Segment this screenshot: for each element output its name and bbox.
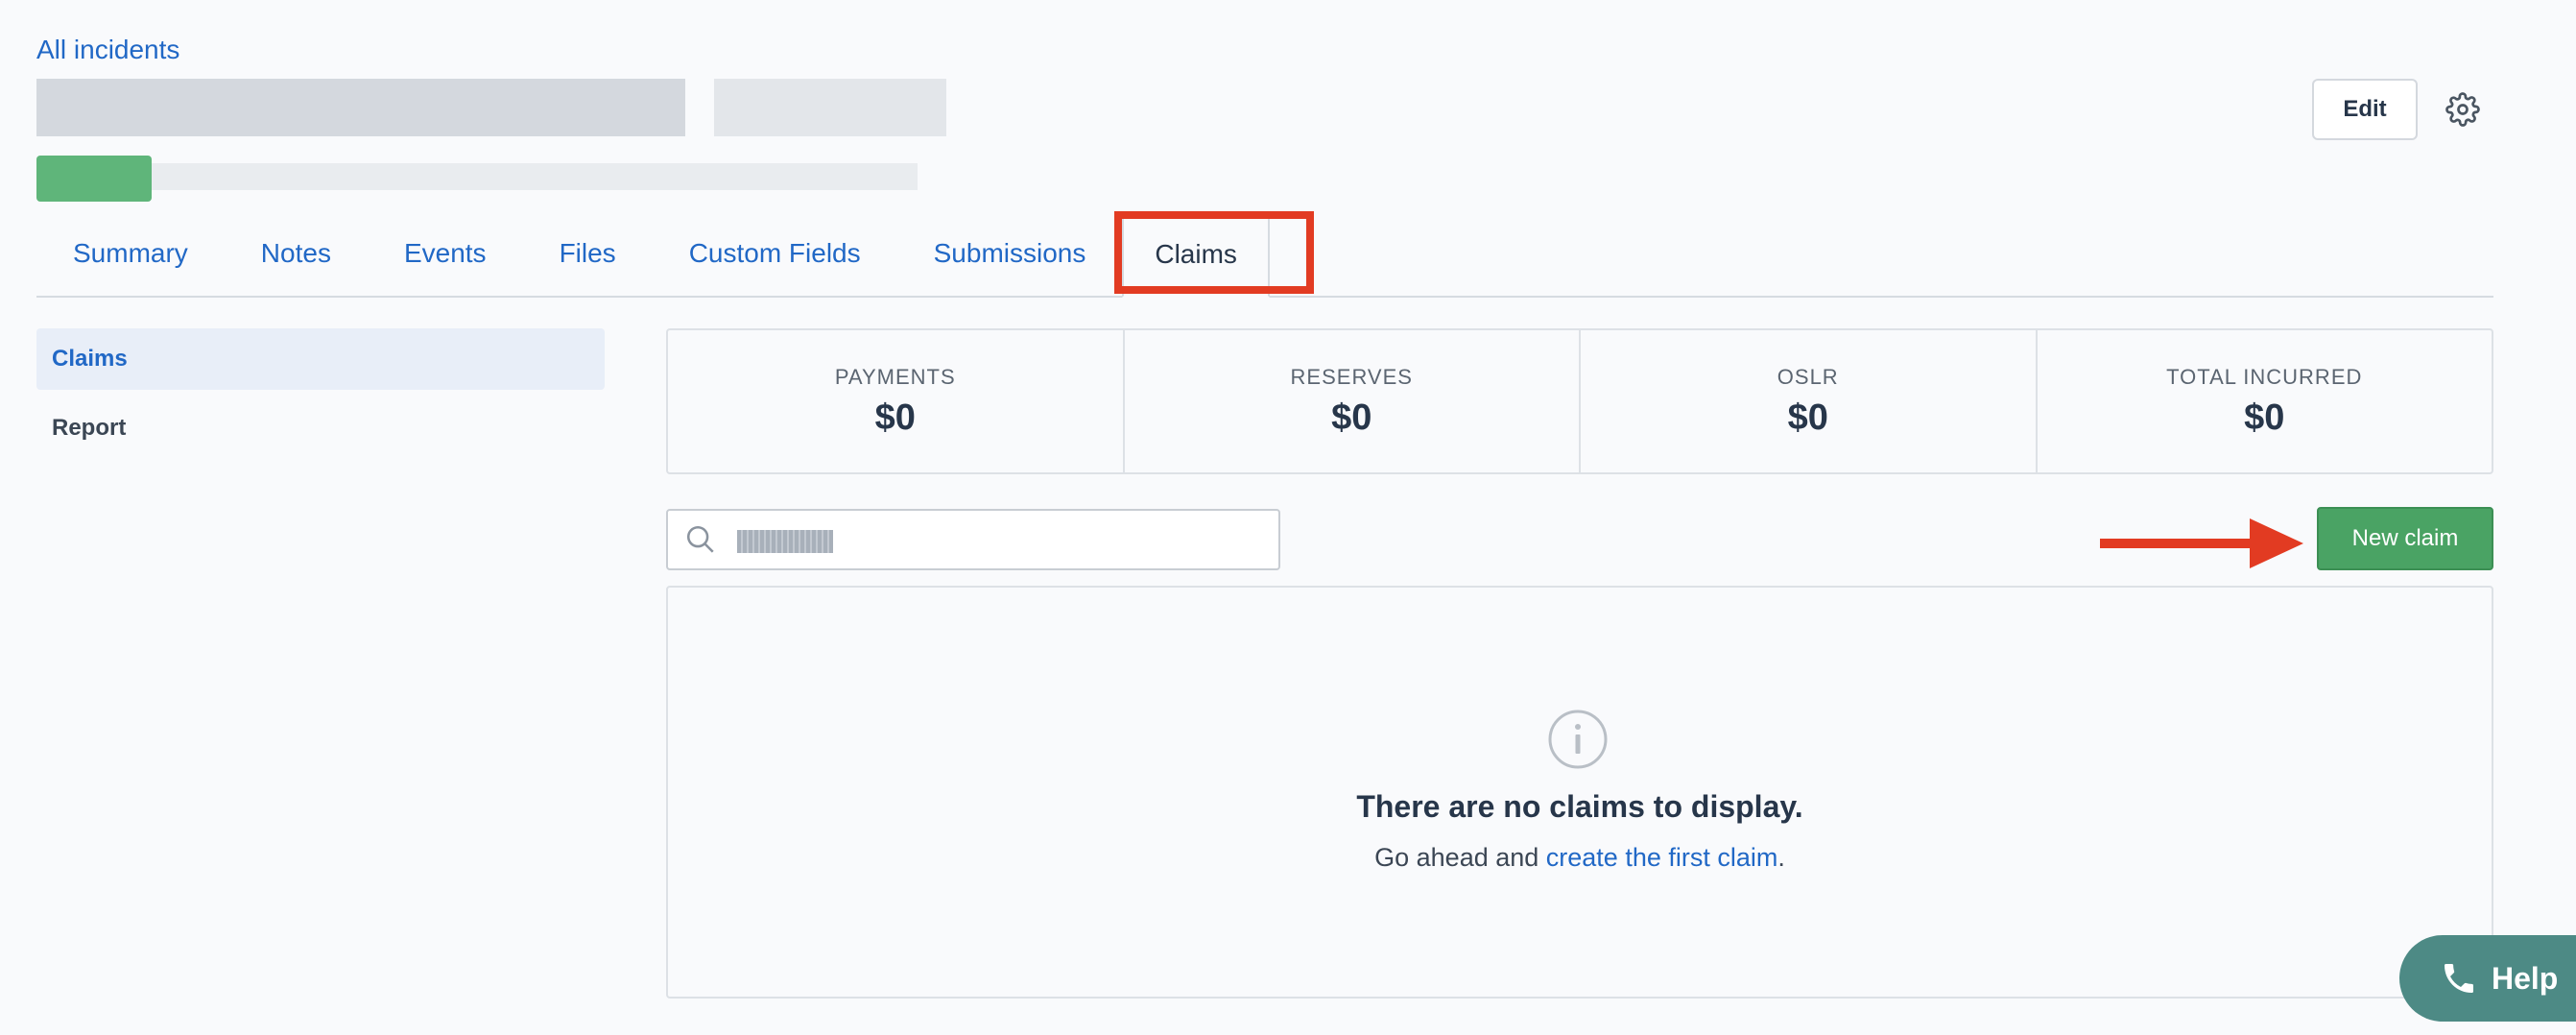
total-value: $0 (2244, 397, 2285, 438)
claims-search (666, 509, 1280, 570)
total-label: PAYMENTS (834, 364, 956, 389)
create-first-claim-link[interactable]: create the first claim (1546, 843, 1778, 872)
total-oslr: OSLR $0 (1581, 330, 2038, 472)
incident-page: All incidents Edit Summary Notes Events … (0, 0, 2576, 1035)
redacted-incident-meta (152, 163, 918, 190)
settings-button[interactable] (2444, 88, 2482, 131)
gear-icon (2445, 92, 2480, 127)
claims-totals-summary: PAYMENTS $0 RESERVES $0 OSLR $0 TOTAL IN… (666, 328, 2493, 474)
edit-button[interactable]: Edit (2312, 79, 2418, 140)
empty-state-title: There are no claims to display. (1356, 789, 1803, 824)
total-label: TOTAL INCURRED (2166, 364, 2363, 389)
tab-summary[interactable]: Summary (36, 211, 225, 296)
total-label: RESERVES (1290, 364, 1413, 389)
total-label: OSLR (1777, 364, 1839, 389)
total-value: $0 (874, 397, 916, 438)
tab-claims[interactable]: Claims (1122, 211, 1270, 298)
redacted-incident-subtitle (714, 79, 946, 136)
total-value: $0 (1331, 397, 1372, 438)
empty-state-prefix: Go ahead and (1374, 843, 1546, 872)
tab-custom-fields[interactable]: Custom Fields (653, 211, 897, 296)
total-value: $0 (1787, 397, 1828, 438)
info-icon (1548, 710, 1608, 769)
empty-state: There are no claims to display. Go ahead… (666, 586, 2493, 999)
help-label: Help (2492, 960, 2559, 996)
status-badge (36, 156, 152, 202)
empty-state-suffix: . (1777, 843, 1785, 872)
sidebar-item-claims[interactable]: Claims (36, 328, 605, 390)
tab-submissions[interactable]: Submissions (897, 211, 1123, 296)
search-icon (681, 520, 720, 559)
claims-sidebar: Claims Report (36, 328, 605, 467)
tab-files[interactable]: Files (523, 211, 653, 296)
sidebar-item-report[interactable]: Report (36, 397, 605, 459)
tab-bar: Summary Notes Events Files Custom Fields… (36, 211, 2493, 298)
empty-state-message: Go ahead and create the first claim. (668, 843, 2492, 873)
help-button[interactable]: Help (2399, 935, 2576, 1022)
redacted-search-placeholder (737, 530, 833, 553)
new-claim-button[interactable]: New claim (2317, 507, 2493, 570)
tab-events[interactable]: Events (368, 211, 523, 296)
total-payments: PAYMENTS $0 (668, 330, 1125, 472)
total-incurred: TOTAL INCURRED $0 (2038, 330, 2493, 472)
tab-notes[interactable]: Notes (225, 211, 368, 296)
phone-icon (2445, 964, 2473, 993)
arrow-right-icon (2100, 518, 2303, 568)
breadcrumb-all-incidents[interactable]: All incidents (36, 35, 179, 65)
total-reserves: RESERVES $0 (1125, 330, 1581, 472)
redacted-incident-title (36, 79, 685, 136)
